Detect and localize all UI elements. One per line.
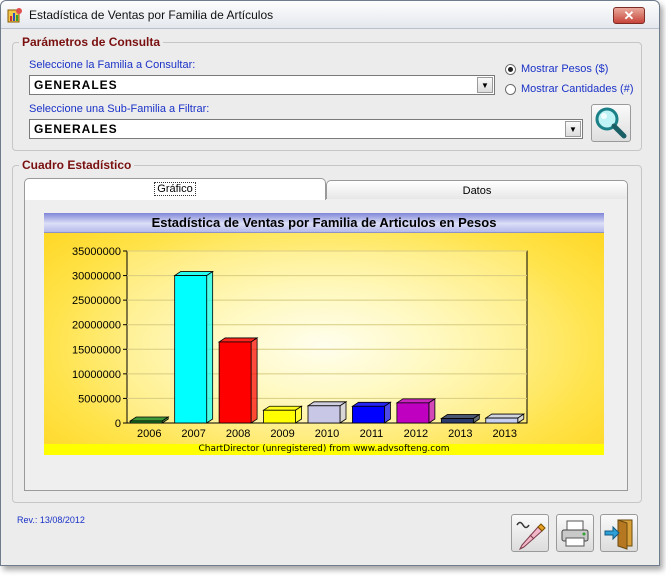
search-button[interactable]: [591, 104, 631, 142]
y-tick-label: 30000000: [72, 271, 121, 283]
bar-side: [384, 401, 391, 424]
revision-label: Rev.: 13/08/2012: [17, 515, 85, 525]
close-button[interactable]: ✕: [613, 7, 645, 24]
chart-watermark: ChartDirector (unregistered) from www.ad…: [44, 444, 604, 455]
y-tick-label: 0: [115, 418, 121, 430]
exit-door-icon: [604, 519, 633, 550]
bar-side: [428, 398, 436, 424]
x-tick-label: 2007: [181, 428, 205, 440]
radio-show-pesos[interactable]: Mostrar Pesos ($): [505, 63, 608, 75]
tab-grafico-label: Gráfico: [154, 182, 196, 196]
subfamily-label: Seleccione una Sub-Familia a Filtrar:: [29, 103, 210, 115]
radio-cantidades-label: Mostrar Cantidades (#): [521, 83, 634, 95]
edit-button[interactable]: [511, 514, 549, 552]
app-icon: [7, 8, 22, 23]
family-select-value: GENERALES: [34, 78, 118, 92]
family-label: Seleccione la Familia a Consultar:: [29, 59, 196, 71]
y-tick-label: 35000000: [72, 246, 121, 258]
family-select[interactable]: GENERALES ▼: [29, 75, 495, 95]
x-tick-label: 2012: [404, 428, 428, 440]
x-tick-label: 2013: [448, 428, 472, 440]
bar: [485, 417, 519, 424]
x-tick-label: 2010: [315, 428, 339, 440]
window-title: Estadística de Ventas por Familia de Art…: [29, 8, 274, 22]
chevron-down-icon[interactable]: ▼: [477, 77, 493, 93]
x-tick-label: 2011: [360, 428, 384, 440]
bar-side: [250, 337, 258, 424]
bar: [440, 418, 474, 424]
subfamily-select[interactable]: GENERALES ▼: [29, 119, 583, 139]
chevron-down-icon[interactable]: ▼: [565, 121, 581, 137]
bar: [129, 420, 163, 424]
title-bar: Estadística de Ventas por Familia de Art…: [1, 1, 659, 29]
bar: [396, 402, 430, 424]
x-tick-label: 2006: [137, 428, 161, 440]
bar: [307, 405, 341, 424]
bar: [352, 405, 385, 424]
magnifier-icon: [595, 107, 627, 139]
bar-side: [206, 270, 214, 424]
radio-cantidades-indicator[interactable]: [505, 83, 516, 95]
radio-pesos-indicator[interactable]: [505, 63, 516, 75]
bar: [174, 275, 208, 424]
bar-chart: 35000000 30000000 25000000 20000000 15000000…: [72, 246, 528, 440]
main-window: Estadística de Ventas por Familia de Art…: [0, 0, 660, 566]
statistics-legend: Cuadro Estadístico: [22, 158, 132, 172]
x-tick-label: 2009: [270, 428, 294, 440]
y-tick-label: 5000000: [78, 393, 121, 405]
y-tick-label: 15000000: [72, 344, 121, 356]
chart-title: Estadística de Ventas por Familia de Art…: [44, 213, 604, 233]
bar: [218, 341, 252, 424]
tab-datos-label: Datos: [462, 185, 492, 197]
subfamily-select-value: GENERALES: [34, 122, 118, 136]
printer-icon: [561, 520, 589, 547]
tab-datos[interactable]: Datos: [326, 180, 628, 200]
radio-show-cantidades[interactable]: Mostrar Cantidades (#): [505, 83, 634, 95]
tab-grafico[interactable]: Gráfico: [24, 178, 326, 200]
x-tick-label: 2013: [493, 428, 517, 440]
bar-side: [339, 401, 347, 424]
y-tick-label: 10000000: [72, 369, 121, 381]
y-tick-label: 20000000: [72, 320, 121, 332]
print-button[interactable]: [556, 514, 594, 552]
x-tick-label: 2008: [226, 428, 250, 440]
pencil-icon: [516, 521, 546, 551]
query-parameters-legend: Parámetros de Consulta: [22, 35, 161, 49]
exit-button[interactable]: [600, 514, 638, 552]
bar: [263, 409, 296, 424]
y-tick-label: 25000000: [72, 295, 121, 307]
radio-pesos-label: Mostrar Pesos ($): [521, 63, 609, 75]
